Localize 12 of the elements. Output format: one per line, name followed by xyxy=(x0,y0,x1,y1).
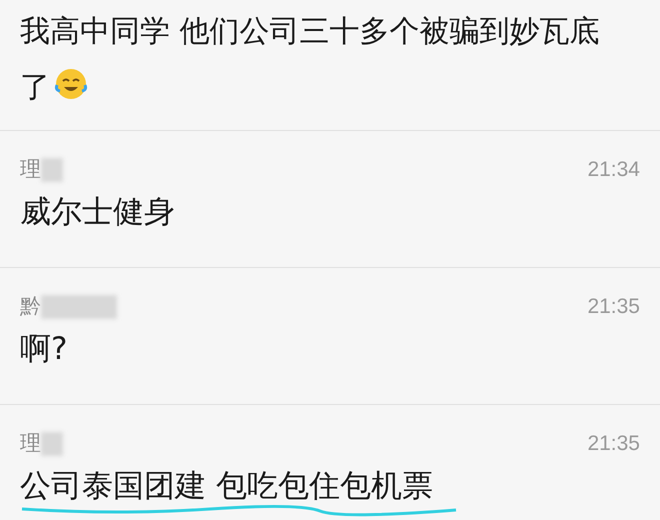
message-text: 公司泰国团建 包吃包住包机票 xyxy=(20,467,433,506)
message-time: 21:35 xyxy=(587,431,640,458)
sender-name: 理 xyxy=(20,430,41,458)
message-text: 我高中同学 他们公司三十多个被骗到妙瓦底了 xyxy=(20,13,601,107)
message-time: 21:34 xyxy=(587,157,640,184)
blurred-name-redaction xyxy=(41,432,63,456)
message-time: 21:35 xyxy=(587,294,640,320)
message-text: 啊? xyxy=(20,330,68,369)
sender-name: 理 xyxy=(20,156,41,184)
message-text: 威尔士健身 xyxy=(20,193,175,232)
sender-name: 黔 xyxy=(20,293,41,320)
blurred-name-redaction xyxy=(41,158,63,182)
